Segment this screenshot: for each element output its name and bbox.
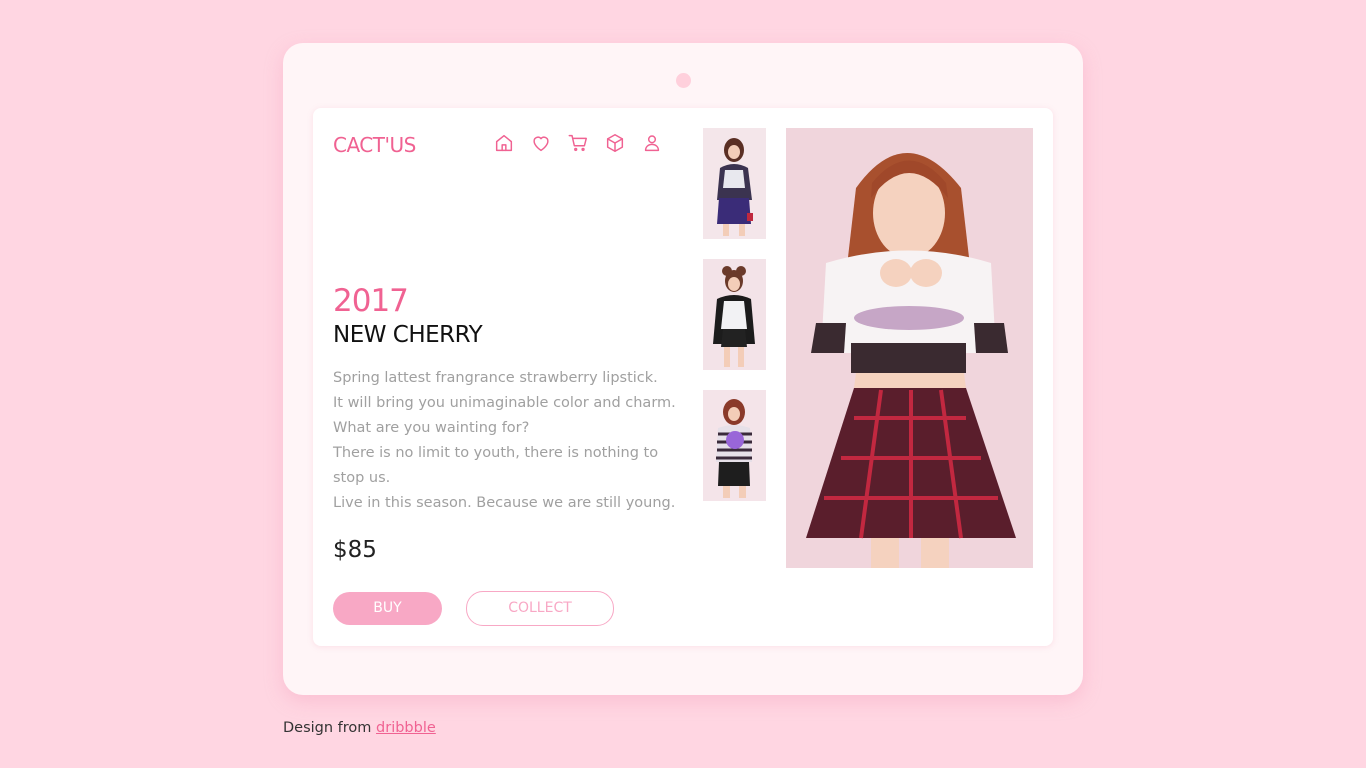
dribbble-link[interactable]: dribbble — [376, 720, 436, 736]
description-line: There is no limit to youth, there is not… — [333, 445, 659, 461]
product-price: $85 — [333, 537, 377, 563]
product-year: 2017 — [333, 283, 409, 319]
description-line: Live in this season. Because we are stil… — [333, 495, 676, 511]
product-description: Spring lattest frangrance strawberry lip… — [333, 366, 676, 516]
cart-icon[interactable] — [567, 132, 589, 154]
footer-credit: Design from dribbble — [283, 720, 436, 736]
thumbnail-image-1[interactable] — [703, 128, 766, 239]
collect-button[interactable]: COLLECT — [466, 591, 614, 626]
thumbnail-image-3[interactable] — [703, 390, 766, 501]
box-icon[interactable] — [604, 132, 626, 154]
description-line: It will bring you unimaginable color and… — [333, 395, 676, 411]
description-line: stop us. — [333, 470, 391, 486]
home-icon[interactable] — [493, 132, 515, 154]
camera-dot — [676, 73, 691, 88]
credit-prefix: Design from — [283, 720, 372, 736]
description-line: What are you wainting for? — [333, 420, 530, 436]
main-product-photo — [786, 128, 1033, 568]
tablet-frame: CACT'US 2017 NEW CHERRY Spring lattest f… — [283, 43, 1083, 695]
user-icon[interactable] — [641, 132, 663, 154]
heart-icon[interactable] — [530, 132, 552, 154]
description-line: Spring lattest frangrance strawberry lip… — [333, 370, 658, 386]
buy-button[interactable]: BUY — [333, 592, 442, 625]
thumbnail-image-2[interactable] — [703, 259, 766, 370]
product-title: NEW CHERRY — [333, 322, 483, 348]
brand-logo[interactable]: CACT'US — [333, 133, 416, 157]
top-nav — [493, 132, 663, 154]
product-card: CACT'US 2017 NEW CHERRY Spring lattest f… — [313, 108, 1053, 646]
